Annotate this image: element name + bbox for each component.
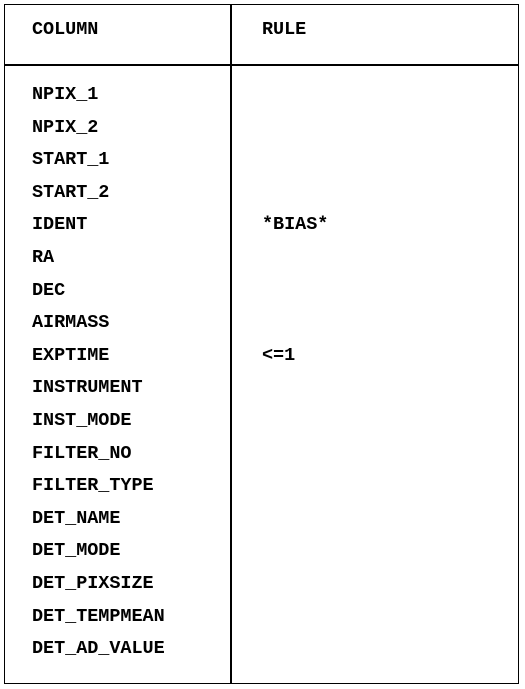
table-row: DET_MODE (32, 540, 121, 562)
table-row: START_2 (32, 181, 110, 203)
table-column-divider (230, 4, 232, 684)
table-row: INST_MODE (32, 410, 132, 431)
table-row: EXPTIME (32, 344, 110, 366)
table-header-column: COLUMN (32, 19, 99, 40)
table-row: DET_NAME (32, 507, 121, 529)
table-row: DET_TEMPMEAN (32, 605, 165, 627)
table-row: NPIX_1 (32, 84, 99, 105)
table-row: DET_AD_VALUE (32, 638, 165, 660)
table-row-rule-value: <=1 (262, 344, 296, 366)
table-row: FILTER_TYPE (32, 475, 154, 497)
table-row: IDENT (32, 214, 88, 236)
table-row: RA (32, 247, 55, 268)
table-row: DEC (32, 279, 66, 301)
table-header-rule: RULE (262, 19, 307, 40)
table-row: START_1 (32, 149, 110, 171)
table-header-separator (4, 64, 519, 66)
table-row: AIRMASS (32, 312, 110, 334)
table-row: NPIX_2 (32, 116, 99, 138)
table-row: DET_PIXSIZE (32, 573, 154, 594)
document-page: COLUMN RULE NPIX_1 NPIX_2 START_1 START_2 ID… (0, 0, 525, 689)
table-row-rule-value: *BIAS* (262, 214, 329, 236)
table-row: FILTER_NO (32, 442, 132, 464)
table-row: INSTRUMENT (32, 377, 143, 399)
